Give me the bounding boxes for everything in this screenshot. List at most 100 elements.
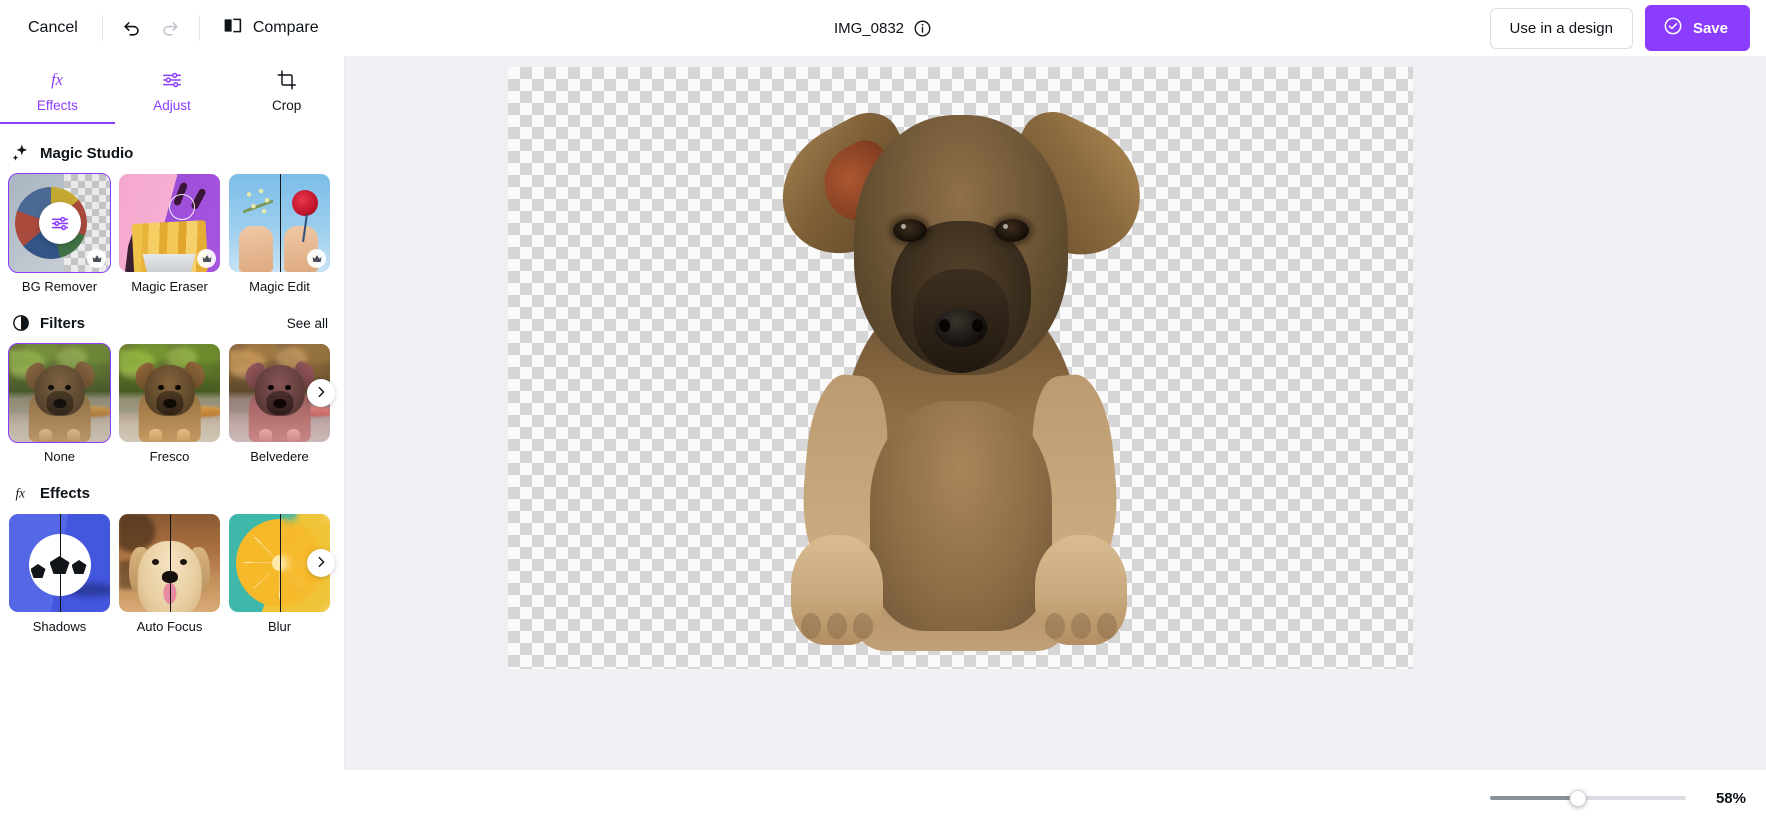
filter-item-fresco[interactable]: Fresco (119, 344, 220, 464)
magic-eraser-label: Magic Eraser (119, 279, 220, 294)
crown-icon (197, 249, 216, 268)
undo-icon (121, 16, 143, 41)
puppy-nostril-right (972, 319, 983, 332)
tab-crop[interactable]: Crop (229, 56, 344, 124)
effects-next-arrow-button[interactable] (307, 549, 335, 577)
zoom-slider-handle[interactable] (1570, 790, 1587, 807)
undo-button[interactable] (113, 9, 151, 47)
compare-label: Compare (253, 19, 319, 37)
puppy-nostril-left (939, 319, 950, 332)
puppy-preview-fresco (119, 344, 220, 442)
effect-blur-label: Blur (229, 619, 330, 634)
puppy-preview (9, 344, 110, 442)
filters-title: Filters (40, 315, 85, 332)
puppy-eye-right (995, 219, 1029, 242)
check-circle-icon (1663, 16, 1683, 40)
filters-header: Filters See all (0, 294, 344, 344)
filter-none-thumbnail[interactable] (9, 344, 110, 442)
effect-shadows-label: Shadows (9, 619, 110, 634)
magic-studio-title: Magic Studio (40, 145, 133, 162)
compare-button[interactable]: Compare (210, 7, 331, 49)
before-after-divider (280, 514, 282, 612)
effect-shadows-thumbnail[interactable] (9, 514, 110, 612)
use-in-a-design-button[interactable]: Use in a design (1490, 8, 1633, 49)
filters-next-arrow-button[interactable] (307, 379, 335, 407)
puppy-paw-right (1035, 535, 1127, 645)
filter-none-label: None (9, 449, 110, 464)
puppy-paw-left (791, 535, 883, 645)
effects-header: fx Effects (0, 464, 344, 514)
toolbar-divider-2 (199, 15, 200, 41)
effects-title: Effects (40, 485, 90, 502)
cancel-button[interactable]: Cancel (14, 10, 92, 46)
compare-icon (222, 15, 243, 41)
effect-item-auto-focus[interactable]: Auto Focus (119, 514, 220, 634)
canvas-area[interactable] (345, 56, 1766, 826)
crown-icon (307, 249, 326, 268)
info-icon[interactable] (913, 19, 932, 38)
effects-carousel: Shadows Aut (0, 514, 344, 634)
before-after-divider (170, 514, 172, 612)
crown-icon (87, 249, 106, 268)
hand-left-graphic (239, 226, 273, 272)
tab-crop-label: Crop (272, 98, 301, 113)
effects-panel: Magic Studio (0, 124, 344, 826)
editor-body: fx Effects (0, 56, 1766, 770)
contrast-icon (10, 312, 32, 334)
filters-see-all-link[interactable]: See all (287, 316, 328, 331)
magic-studio-item-bg-remover[interactable]: BG Remover (9, 174, 110, 294)
tab-adjust-label: Adjust (153, 98, 191, 113)
magic-eraser-thumbnail[interactable] (119, 174, 220, 272)
bg-remover-badge (39, 202, 81, 244)
magic-studio-item-magic-eraser[interactable]: Magic Eraser (119, 174, 220, 294)
bottom-toolbar: 58% (0, 770, 1766, 826)
eraser-cursor-circle (169, 194, 195, 220)
magic-studio-item-magic-edit[interactable]: Magic Edit (229, 174, 330, 294)
image-canvas[interactable] (508, 67, 1413, 669)
effect-item-shadows[interactable]: Shadows (9, 514, 110, 634)
magic-studio-header: Magic Studio (0, 124, 344, 174)
zoom-slider-fill (1490, 796, 1578, 800)
filter-belvedere-label: Belvedere (229, 449, 330, 464)
toolbar-left-group: Cancel (0, 7, 331, 49)
bg-remover-label: BG Remover (9, 279, 110, 294)
puppy-cutout-image[interactable] (785, 101, 1137, 645)
before-after-divider (280, 174, 282, 272)
sliders-icon (160, 67, 184, 93)
fx-icon: fx (44, 67, 70, 93)
save-button[interactable]: Save (1645, 5, 1750, 51)
tab-effects[interactable]: fx Effects (0, 56, 115, 124)
magic-studio-items: BG Remover (0, 174, 344, 294)
tab-adjust[interactable]: Adjust (115, 56, 230, 124)
zoom-slider[interactable] (1490, 789, 1686, 807)
effects-items: Shadows Aut (0, 514, 344, 634)
toolbar-divider (102, 15, 103, 41)
save-label: Save (1693, 20, 1728, 37)
redo-icon (159, 16, 181, 41)
chevron-right-icon (314, 555, 328, 572)
left-sidebar: fx Effects (0, 56, 345, 826)
sidebar-tabs: fx Effects (0, 56, 344, 124)
page-title: IMG_0832 (834, 20, 904, 37)
crop-icon (275, 67, 299, 93)
magic-edit-thumbnail[interactable] (229, 174, 330, 272)
fries-cup-graphic (139, 254, 199, 272)
filters-items: None (0, 344, 344, 464)
bg-remover-thumbnail[interactable] (9, 174, 110, 272)
svg-text:fx: fx (51, 70, 64, 89)
filter-item-none[interactable]: None (9, 344, 110, 464)
puppy-eye-left (893, 219, 927, 242)
filter-fresco-thumbnail[interactable] (119, 344, 220, 442)
effect-auto-focus-thumbnail[interactable] (119, 514, 220, 612)
redo-button[interactable] (151, 9, 189, 47)
effect-auto-focus-label: Auto Focus (119, 619, 220, 634)
rose-graphic (292, 190, 318, 216)
zoom-level-value: 58% (1704, 790, 1746, 807)
filter-fresco-label: Fresco (119, 449, 220, 464)
chevron-right-icon (314, 385, 328, 402)
photo-editor-app: Cancel (0, 0, 1766, 826)
before-after-divider (60, 514, 62, 612)
tab-effects-label: Effects (37, 98, 78, 113)
svg-text:fx: fx (16, 485, 26, 500)
top-toolbar: Cancel (0, 0, 1766, 56)
